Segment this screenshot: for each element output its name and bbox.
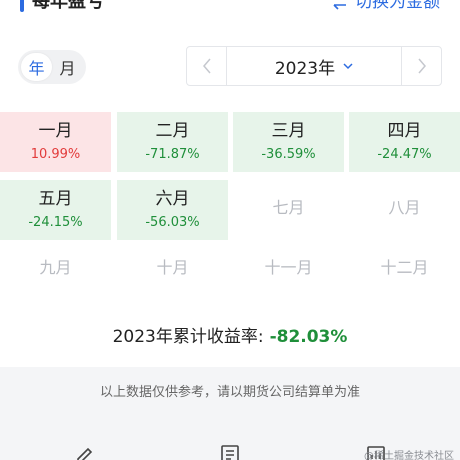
month-return: -36.59% bbox=[261, 147, 316, 162]
watermark: @稀土掘金技术社区 bbox=[364, 451, 454, 460]
section-header: 每年盈亏 切换为金额 bbox=[0, 0, 460, 20]
month-return: -56.03% bbox=[145, 215, 200, 230]
month-name: 八月 bbox=[388, 198, 421, 217]
toggle-year[interactable]: 年 bbox=[21, 53, 52, 81]
month-cell-dec: 十二月 bbox=[349, 240, 460, 296]
month-cell-jun[interactable]: 六月 -56.03% bbox=[117, 180, 228, 240]
period-toggle: 年 月 bbox=[18, 50, 86, 84]
month-return: -24.47% bbox=[377, 147, 432, 162]
header-accent-bar bbox=[20, 0, 24, 12]
month-cell-apr[interactable]: 四月 -24.47% bbox=[349, 112, 460, 172]
list-icon bbox=[221, 445, 239, 460]
month-name: 十月 bbox=[156, 258, 189, 277]
month-name: 三月 bbox=[271, 121, 306, 141]
chevron-right-icon bbox=[417, 58, 426, 74]
month-cell-may[interactable]: 五月 -24.15% bbox=[0, 180, 111, 240]
month-return: -71.87% bbox=[145, 147, 200, 162]
year-picker: 2023年 bbox=[186, 46, 442, 86]
switch-label: 切换为金额 bbox=[355, 0, 440, 12]
section-title: 每年盈亏 bbox=[32, 0, 104, 12]
month-cell-jan[interactable]: 一月 10.99% bbox=[0, 112, 111, 172]
month-cell-jul: 七月 bbox=[233, 180, 344, 236]
month-cell-sep: 九月 bbox=[0, 240, 111, 296]
month-name: 二月 bbox=[155, 121, 190, 141]
month-name: 四月 bbox=[387, 121, 422, 141]
month-name: 十二月 bbox=[380, 258, 429, 277]
prev-year-button[interactable] bbox=[187, 47, 227, 85]
switch-to-amount-button[interactable]: 切换为金额 bbox=[331, 0, 440, 13]
month-name: 九月 bbox=[39, 258, 72, 277]
cumulative-label: 2023年累计收益率: bbox=[112, 327, 264, 347]
edit-icon bbox=[77, 447, 93, 460]
year-select[interactable]: 2023年 bbox=[227, 47, 401, 85]
swap-icon bbox=[333, 4, 346, 10]
chevron-down-icon bbox=[343, 63, 353, 70]
month-cell-nov: 十一月 bbox=[233, 240, 344, 296]
disclaimer-text: 以上数据仅供参考，请以期货公司结算单为准 bbox=[99, 385, 360, 400]
month-cell-feb[interactable]: 二月 -71.87% bbox=[117, 112, 228, 172]
next-year-button[interactable] bbox=[401, 47, 441, 85]
year-value: 2023年 bbox=[274, 58, 336, 79]
list-button[interactable] bbox=[218, 443, 244, 460]
month-return: 10.99% bbox=[30, 147, 81, 162]
cumulative-value: -82.03% bbox=[269, 327, 348, 347]
month-name: 六月 bbox=[155, 189, 190, 209]
toggle-month[interactable]: 月 bbox=[52, 53, 83, 81]
footer: 以上数据仅供参考，请以期货公司结算单为准 @稀土掘金技术社区 bbox=[0, 367, 460, 460]
month-cell-aug: 八月 bbox=[349, 180, 460, 236]
chevron-left-icon bbox=[202, 58, 211, 74]
cumulative-return: 2023年累计收益率: -82.03% bbox=[0, 322, 460, 347]
month-cell-oct: 十月 bbox=[117, 240, 228, 296]
edit-button[interactable] bbox=[72, 443, 98, 460]
month-return: -24.15% bbox=[28, 215, 83, 230]
month-name: 一月 bbox=[38, 121, 73, 141]
month-name: 五月 bbox=[38, 189, 73, 209]
month-cell-mar[interactable]: 三月 -36.59% bbox=[233, 112, 344, 172]
month-name: 七月 bbox=[272, 198, 305, 217]
month-name: 十一月 bbox=[264, 258, 313, 277]
